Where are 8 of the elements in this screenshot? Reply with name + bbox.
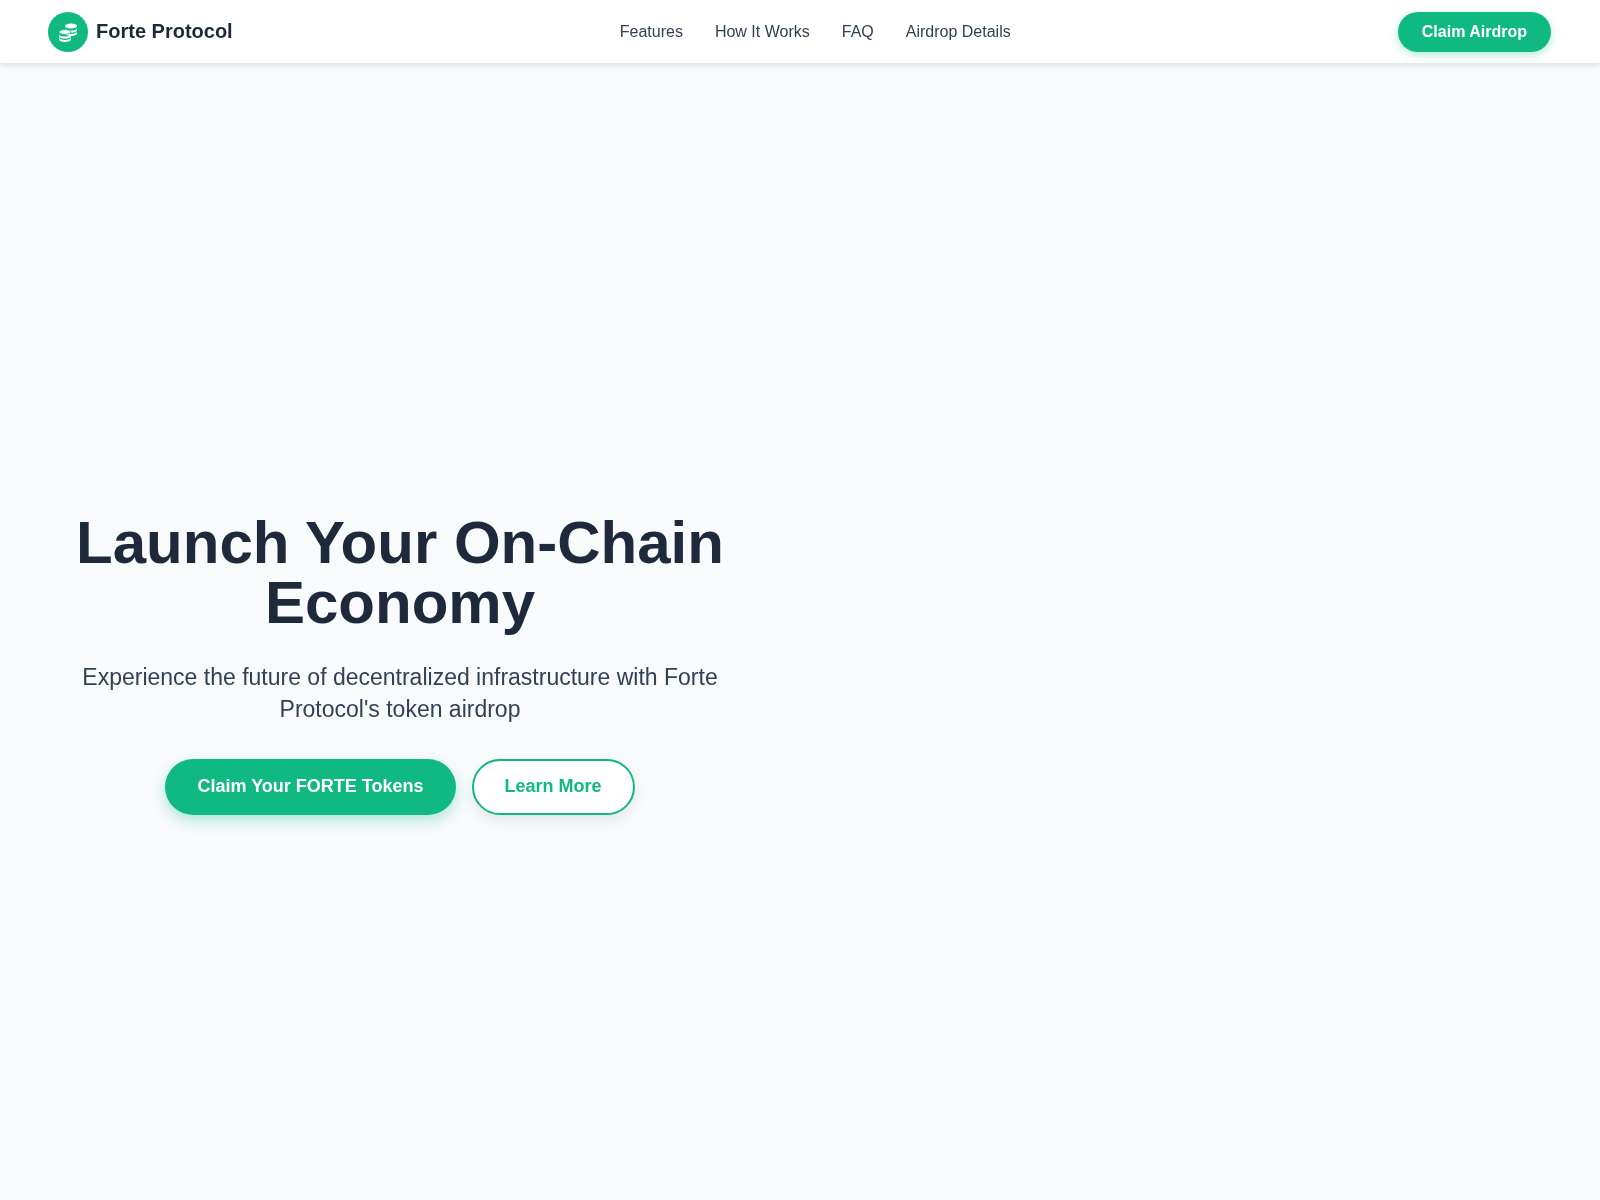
hero-heading: Launch Your On-Chain Economy: [75, 512, 725, 633]
nav-link[interactable]: Airdrop Details: [905, 22, 1011, 41]
nav-link[interactable]: FAQ: [841, 22, 874, 41]
brand-name: Forte Protocol: [96, 20, 233, 43]
nav-link[interactable]: How It Works: [714, 22, 810, 41]
coins-icon: [48, 11, 88, 52]
hero-subtitle: Experience the future of decentralized infrastructure with Forte Protocol's token airdrop: [81, 662, 719, 724]
nav-link[interactable]: Features: [619, 22, 683, 41]
